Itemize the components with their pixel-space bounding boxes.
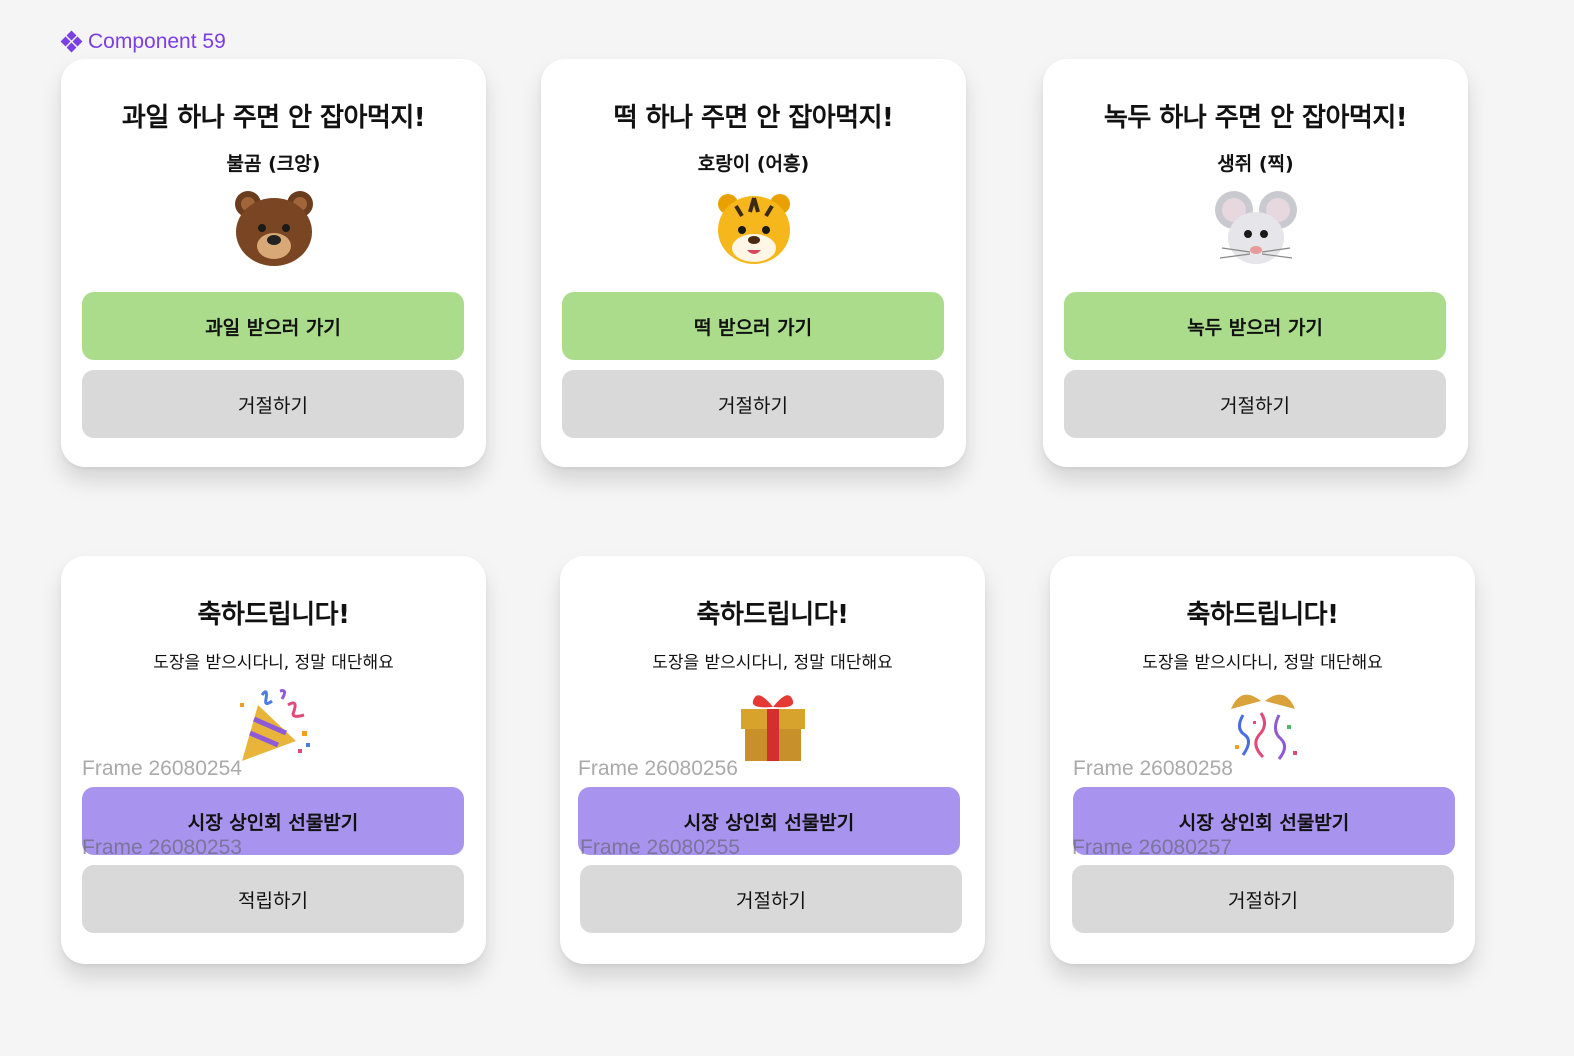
card-title: 떡 하나 주면 안 잡아먹지! [613, 103, 894, 133]
decline-button[interactable]: 거절하기 [562, 370, 944, 438]
party-popper-icon [61, 682, 486, 768]
card-mungbean: 녹두 하나 주면 안 잡아먹지! 생쥐 (찍) 녹두 받으러 가기 거절하기 [1043, 59, 1468, 467]
component-icon [60, 30, 83, 53]
frame-label: Frame 26080255 [580, 836, 740, 859]
card-title: 축하드립니다! [696, 600, 849, 630]
confetti-ball-icon [1050, 682, 1475, 768]
card-fruit: 과일 하나 주면 안 잡아먹지! 불곰 (크앙) 과일 받으러 가기 거절하기 [61, 59, 486, 467]
card-title: 과일 하나 주면 안 잡아먹지! [121, 103, 426, 133]
mouse-face-icon [1043, 185, 1468, 271]
component-name: Component 59 [88, 30, 226, 53]
decline-button[interactable]: 거절하기 [82, 370, 464, 438]
card-subtitle: 도장을 받으시다니, 정말 대단해요 [1142, 653, 1383, 673]
frame-label: Frame 26080253 [82, 836, 242, 859]
card-title: 축하드립니다! [1186, 600, 1339, 630]
card-subtitle: 도장을 받으시다니, 정말 대단해요 [153, 653, 394, 673]
card-title: 녹두 하나 주면 안 잡아먹지! [1103, 103, 1408, 133]
receive-mungbean-button[interactable]: 녹두 받으러 가기 [1064, 292, 1446, 360]
receive-ricecake-button[interactable]: 떡 받으러 가기 [562, 292, 944, 360]
frame-label: Frame 26080258 [1073, 757, 1233, 780]
wrapped-gift-icon [560, 682, 985, 768]
card-congrats-2: 축하드립니다! 도장을 받으시다니, 정말 대단해요 Frame 2608025… [560, 556, 985, 964]
card-congrats-3: 축하드립니다! 도장을 받으시다니, 정말 대단해요 Frame 2608025… [1050, 556, 1475, 964]
component-label: Component 59 [60, 30, 226, 54]
card-subtitle: 생쥐 (찍) [1217, 153, 1294, 175]
decline-button[interactable]: 거절하기 [1064, 370, 1446, 438]
save-points-button[interactable]: 적립하기 [82, 865, 464, 933]
decline-button[interactable]: 거절하기 [1072, 865, 1454, 933]
frame-label: Frame 26080256 [578, 757, 738, 780]
decline-button[interactable]: 거절하기 [580, 865, 962, 933]
frame-label: Frame 26080257 [1072, 836, 1232, 859]
frame-label: Frame 26080254 [82, 757, 242, 780]
card-subtitle: 도장을 받으시다니, 정말 대단해요 [652, 653, 893, 673]
card-subtitle: 불곰 (크앙) [226, 153, 321, 175]
receive-fruit-button[interactable]: 과일 받으러 가기 [82, 292, 464, 360]
bear-face-icon [61, 185, 486, 271]
card-title: 축하드립니다! [197, 600, 350, 630]
card-subtitle: 호랑이 (어흥) [697, 153, 810, 175]
tiger-face-icon [541, 185, 966, 271]
card-ricecake: 떡 하나 주면 안 잡아먹지! 호랑이 (어흥) 떡 받으러 가기 거절하기 [541, 59, 966, 467]
card-congrats-1: 축하드립니다! 도장을 받으시다니, 정말 대단해요 Frame 2608025… [61, 556, 486, 964]
